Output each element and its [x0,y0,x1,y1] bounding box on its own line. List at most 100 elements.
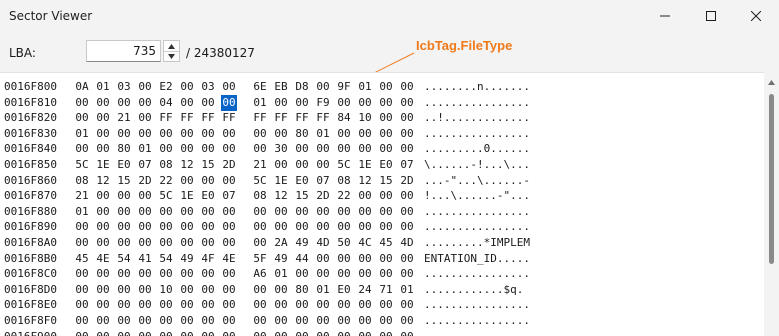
hex-byte[interactable]: 00 [357,204,373,220]
hex-byte[interactable]: 00 [74,95,90,111]
hex-byte[interactable]: 00 [221,219,237,235]
hex-byte[interactable]: 00 [294,219,310,235]
hex-byte[interactable]: 00 [336,297,352,313]
hex-byte[interactable]: 00 [294,141,310,157]
hex-byte[interactable]: 00 [273,313,289,329]
hex-byte[interactable]: 00 [357,141,373,157]
hex-byte[interactable]: D8 [294,79,310,95]
hex-byte[interactable]: 00 [137,110,153,126]
hex-byte[interactable]: 00 [357,188,373,204]
hex-byte[interactable]: 00 [116,95,132,111]
hex-byte[interactable]: 80 [294,126,310,142]
hex-byte[interactable]: 01 [315,282,331,298]
hex-byte[interactable]: 1E [273,173,289,189]
hex-byte[interactable]: 04 [158,95,174,111]
hex-byte[interactable]: 5C [74,157,90,173]
hex-byte[interactable]: 00 [399,251,415,267]
hex-byte[interactable]: 54 [158,251,174,267]
hex-byte[interactable]: 00 [200,235,216,251]
hex-byte[interactable]: 00 [252,141,268,157]
hex-byte[interactable]: FF [179,110,195,126]
hex-byte[interactable]: 00 [74,141,90,157]
hex-byte[interactable]: 01 [252,95,268,111]
hex-byte[interactable]: 00 [221,297,237,313]
hex-byte[interactable]: 10 [357,110,373,126]
hex-byte[interactable]: 00 [221,235,237,251]
hex-byte[interactable]: 00 [137,266,153,282]
hex-byte[interactable]: 00 [74,235,90,251]
hex-byte[interactable]: 03 [200,79,216,95]
hex-byte[interactable]: 01 [74,204,90,220]
hex-byte[interactable]: 00 [399,110,415,126]
hex-byte[interactable]: 00 [158,266,174,282]
hex-byte[interactable]: 01 [357,79,373,95]
hex-byte[interactable]: 5C [252,173,268,189]
hex-byte[interactable]: 00 [315,79,331,95]
hex-byte[interactable]: E0 [378,157,394,173]
hex-byte[interactable]: 00 [179,219,195,235]
hex-byte[interactable]: 00 [137,297,153,313]
hex-byte[interactable]: 00 [221,94,237,111]
hex-byte[interactable]: 00 [137,235,153,251]
hex-byte[interactable]: 08 [74,173,90,189]
hex-byte[interactable]: 00 [137,126,153,142]
close-button[interactable] [733,0,779,32]
hex-byte[interactable]: 1E [357,157,373,173]
hex-byte[interactable]: 00 [336,266,352,282]
hex-byte[interactable]: 00 [273,126,289,142]
hex-byte[interactable]: 00 [315,157,331,173]
hex-byte[interactable]: 00 [357,266,373,282]
hex-byte[interactable]: 00 [116,235,132,251]
hex-byte[interactable]: 00 [294,266,310,282]
hex-byte[interactable]: 00 [221,126,237,142]
hex-byte[interactable]: 00 [252,204,268,220]
hex-byte[interactable]: 00 [357,313,373,329]
hex-byte[interactable]: 01 [315,126,331,142]
hex-byte[interactable]: 2D [315,188,331,204]
hex-byte[interactable]: 00 [158,313,174,329]
hex-byte[interactable]: 80 [294,282,310,298]
hex-byte[interactable]: 00 [221,282,237,298]
hex-byte[interactable]: 5C [158,188,174,204]
hex-byte[interactable]: 07 [137,157,153,173]
hex-byte[interactable]: 21 [252,157,268,173]
hex-byte[interactable]: 00 [399,219,415,235]
hex-byte[interactable]: 00 [179,95,195,111]
hex-byte[interactable]: 00 [137,79,153,95]
hex-byte[interactable]: 00 [294,157,310,173]
hex-byte[interactable]: 00 [74,219,90,235]
hex-byte[interactable]: 00 [252,313,268,329]
hex-byte[interactable]: 9F [336,79,352,95]
hex-byte[interactable]: 00 [137,282,153,298]
hex-byte[interactable]: 00 [336,219,352,235]
hex-byte[interactable]: 00 [74,313,90,329]
hex-byte[interactable]: 00 [95,282,111,298]
hex-byte[interactable]: 00 [315,141,331,157]
hex-byte[interactable]: 00 [378,79,394,95]
lba-input[interactable] [86,40,161,62]
hex-byte[interactable]: 49 [273,251,289,267]
hex-byte[interactable]: 2A [273,235,289,251]
hex-byte[interactable]: 00 [116,282,132,298]
hex-byte[interactable]: 10 [158,282,174,298]
minimize-button[interactable] [642,0,688,32]
hex-byte[interactable]: 4D [315,235,331,251]
hex-byte[interactable]: 21 [74,188,90,204]
hex-byte[interactable]: 00 [336,204,352,220]
hex-byte[interactable]: 00 [294,95,310,111]
hex-byte[interactable]: 00 [95,219,111,235]
hex-byte[interactable]: 12 [357,173,373,189]
hex-byte[interactable]: 00 [137,95,153,111]
hex-byte[interactable]: 00 [179,204,195,220]
hex-byte[interactable]: 00 [137,188,153,204]
hex-byte[interactable]: 00 [221,141,237,157]
hex-byte[interactable]: 15 [378,173,394,189]
hex-byte[interactable]: 00 [315,251,331,267]
spin-down-button[interactable] [164,51,179,61]
hex-byte[interactable]: FF [252,110,268,126]
hex-byte[interactable]: 00 [378,219,394,235]
hex-byte[interactable]: 00 [179,173,195,189]
hex-byte[interactable]: 4D [399,235,415,251]
hex-byte[interactable]: 00 [252,219,268,235]
hex-byte[interactable]: 07 [221,188,237,204]
